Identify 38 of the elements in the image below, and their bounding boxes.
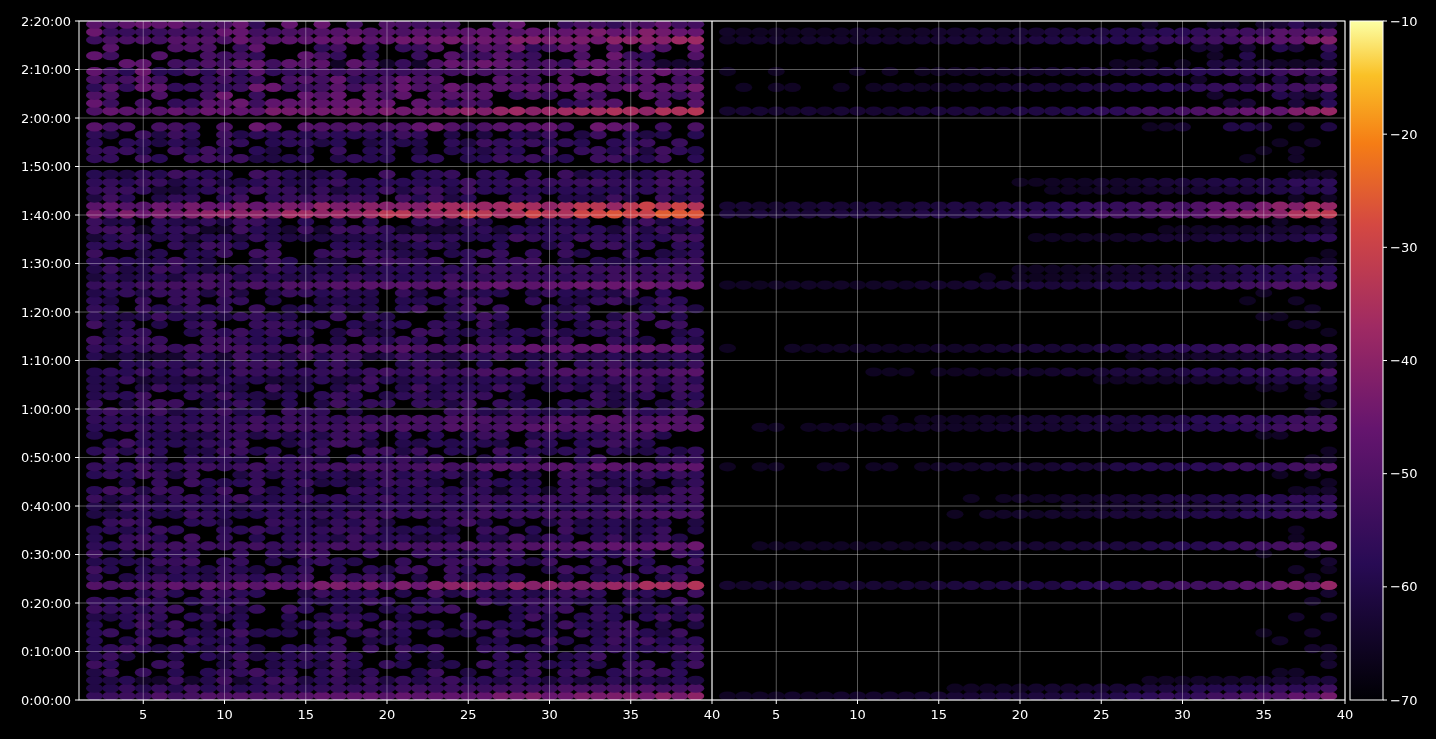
axis-tick-label: 15 [930, 707, 947, 722]
colorbar-tick-label: −40 [1390, 353, 1418, 368]
colorbar-tick-label: −30 [1390, 239, 1418, 255]
axis-tick-label: 1:10:00 [20, 353, 71, 368]
axis-tick-label: 35 [622, 707, 639, 722]
axis-tick-label: 0:20:00 [20, 595, 71, 611]
colorbar-tick-label: −70 [1390, 692, 1418, 708]
axis-tick-label: 2:00:00 [20, 110, 71, 126]
axis-tick-label: 0:40:00 [20, 498, 71, 514]
axis-tick-label: 1:50:00 [20, 159, 71, 174]
axis-tick-label: 20 [1011, 707, 1029, 722]
axis-tick-label: 35 [1255, 707, 1272, 722]
colorbar-tick-label: −50 [1390, 466, 1418, 482]
axis-tick-label: 25 [1093, 707, 1110, 722]
axis-tick-label: 20 [378, 707, 396, 722]
axis-tick-label: 1:00:00 [20, 401, 71, 417]
axis-tick-label: 40 [1336, 707, 1354, 722]
axis-tick-label: 25 [460, 707, 477, 722]
axis-tick-label: 1:20:00 [20, 304, 71, 320]
axis-tick-label: 30 [1174, 707, 1191, 722]
axis-tick-label: 0:10:00 [20, 644, 71, 659]
axis-tick-label: 10 [216, 707, 233, 722]
axis-tick-label: 5 [772, 707, 781, 722]
axis-tick-label: 30 [541, 707, 558, 722]
axis-tick-label: 2:10:00 [20, 62, 71, 77]
axis-tick-label: 10 [849, 707, 866, 722]
colorbar-tick-label: −20 [1390, 126, 1418, 142]
axis-tick-label: 5 [139, 707, 148, 722]
axis-tick-label: 0:00:00 [20, 692, 71, 708]
axis-tick-label: 1:40:00 [20, 207, 71, 223]
colorbar-tick-label: −60 [1390, 579, 1418, 595]
colorbar-tick-label: −10 [1390, 13, 1418, 29]
axis-tick-label: 15 [297, 707, 314, 722]
axis-tick-label: 40 [703, 707, 721, 722]
axis-tick-label: 1:30:00 [20, 256, 71, 271]
axis-tick-label: 2:20:00 [20, 13, 71, 29]
axis-tick-label: 0:30:00 [20, 547, 71, 562]
axis-tick-label: 0:50:00 [20, 450, 71, 465]
